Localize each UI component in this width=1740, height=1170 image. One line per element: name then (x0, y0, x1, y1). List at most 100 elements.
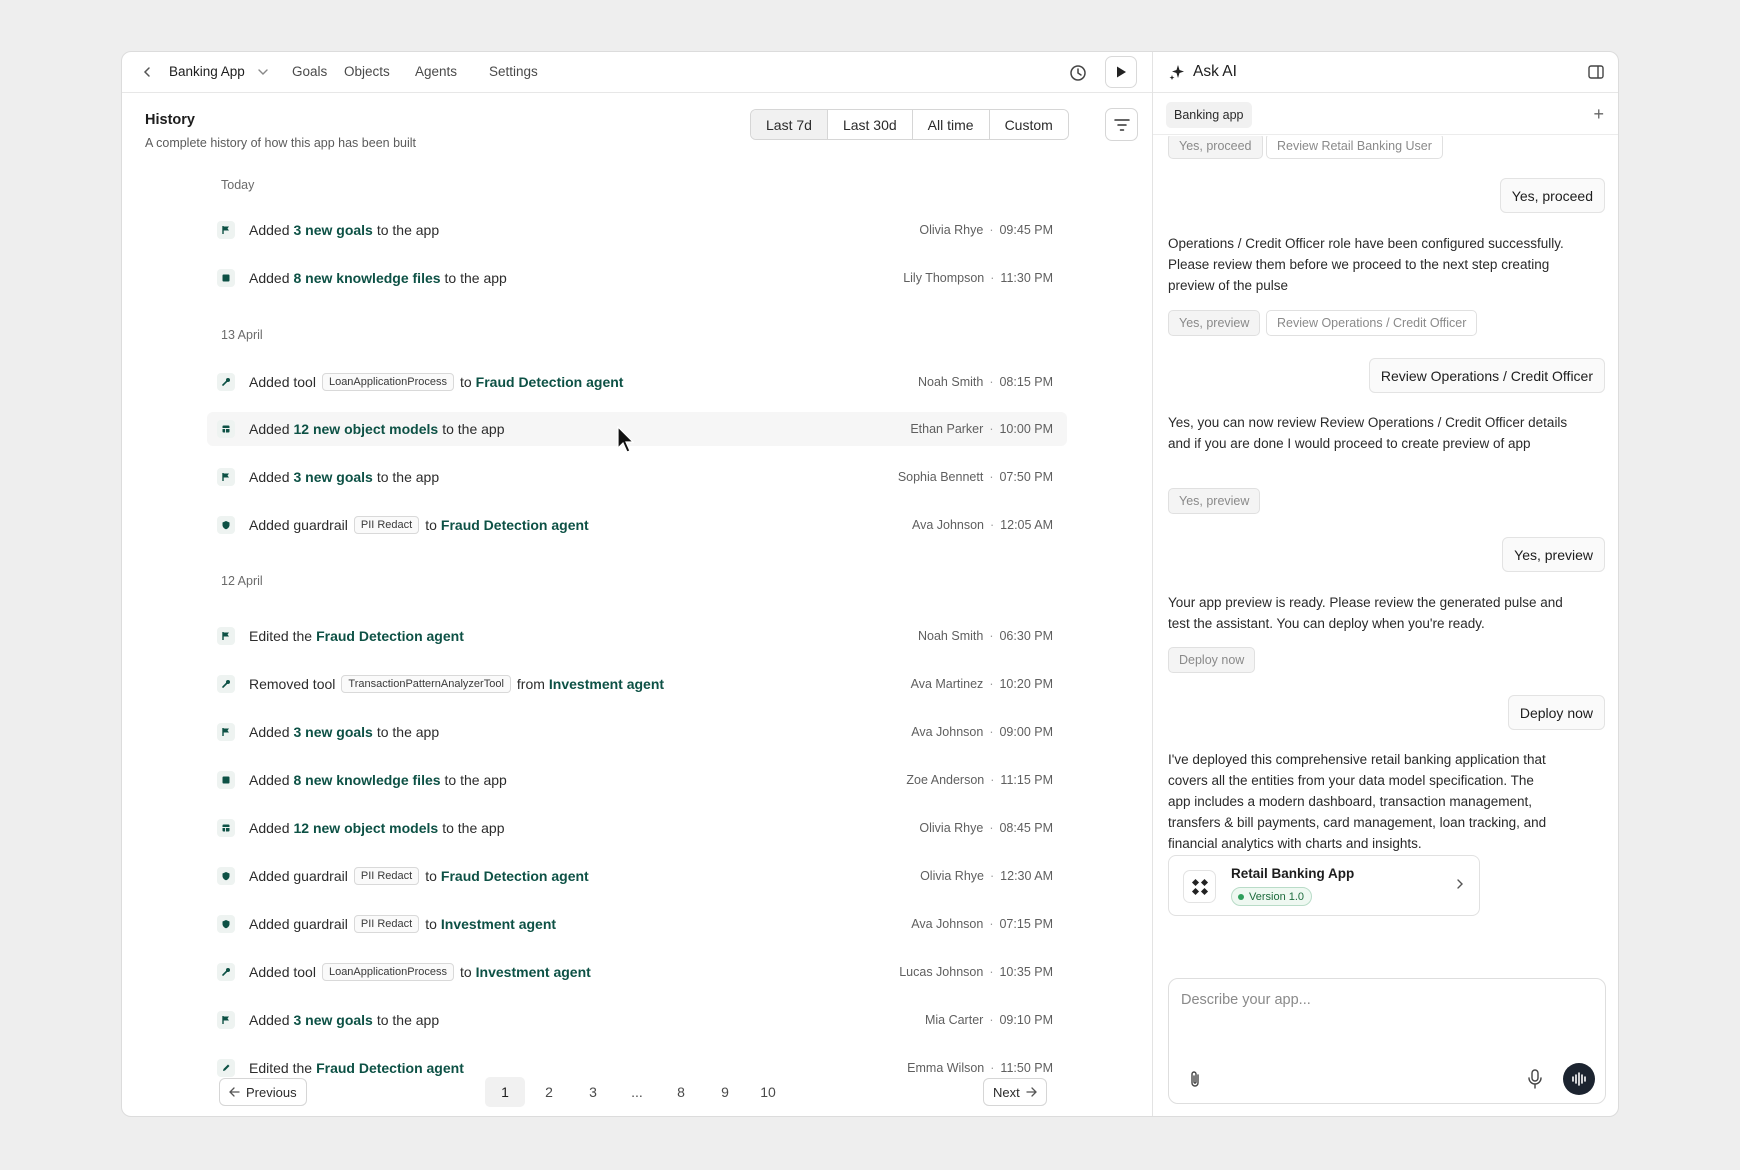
history-row[interactable]: Added 12 new object models to the app Ethan… (207, 412, 1067, 446)
context-chip[interactable]: Banking app (1166, 102, 1252, 128)
history-row-text: Added guardrail PII Redact to Fraud Detecti… (249, 508, 593, 542)
row-tag: PII Redact (353, 867, 420, 885)
row-agent-link[interactable]: Fraud Detection agent (476, 374, 624, 390)
separator-dot: · (990, 773, 995, 787)
history-row[interactable]: Added 3 new goals to the app Sophia Bennett… (207, 460, 1067, 494)
group-label: 12 April (221, 574, 263, 588)
suggestion-chip[interactable]: Review Retail Banking User (1266, 136, 1443, 159)
history-row-text: Added guardrail PII Redact to Fraud Detecti… (249, 859, 593, 893)
suggestion-chip[interactable]: Yes, preview (1168, 488, 1261, 514)
row-user: Ava Johnson (911, 725, 984, 739)
attach-button[interactable] (1185, 1069, 1205, 1089)
history-button[interactable] (1064, 59, 1092, 87)
row-entity-link[interactable]: 3 new goals (293, 1012, 372, 1028)
history-row-text: Added 3 new goals to the app (249, 1003, 439, 1037)
wrench-icon (217, 373, 235, 391)
prompt-input[interactable]: Describe your app... (1168, 978, 1606, 1104)
flag-icon (217, 627, 235, 645)
next-button[interactable]: Next (983, 1078, 1047, 1106)
history-row-text: Added 3 new goals to the app (249, 213, 439, 247)
back-button[interactable] (136, 61, 158, 83)
row-agent-link[interactable]: Investment agent (549, 676, 664, 692)
suggestion-chip[interactable]: Deploy now (1168, 647, 1256, 673)
separator-dot: · (990, 518, 995, 532)
range-all-time[interactable]: All time (912, 110, 990, 139)
history-row-meta: Ava Johnson · 12:05 AM (912, 508, 1053, 542)
row-time: 06:30 PM (999, 629, 1053, 643)
row-entity-link[interactable]: 3 new goals (293, 724, 372, 740)
page-3[interactable]: 3 (573, 1077, 613, 1107)
row-time: 10:20 PM (999, 677, 1053, 691)
page-10[interactable]: 10 (748, 1077, 788, 1107)
row-agent-link[interactable]: Fraud Detection agent (441, 868, 589, 884)
history-row[interactable]: Removed tool TransactionPatternAnalyzerTo… (207, 667, 1067, 701)
history-row[interactable]: Added guardrail PII Redact to Investment ag… (207, 907, 1067, 941)
row-user: Lucas Johnson (899, 965, 984, 979)
mic-button[interactable] (1525, 1068, 1545, 1090)
suggestion-chip[interactable]: Review Operations / Credit Officer (1266, 310, 1478, 336)
range-last-7d[interactable]: Last 7d (751, 110, 828, 139)
row-action-text: Edited the (249, 628, 313, 644)
row-entity-link[interactable]: 3 new goals (293, 469, 372, 485)
page-subtitle: A complete history of how this app has b… (145, 136, 416, 150)
page-9[interactable]: 9 (705, 1077, 745, 1107)
run-button[interactable] (1105, 56, 1137, 88)
separator-dot: · (989, 1013, 994, 1027)
history-row[interactable]: Added guardrail PII Redact to Fraud Detecti… (207, 508, 1067, 542)
voice-mode-button[interactable] (1563, 1063, 1595, 1095)
history-row[interactable]: Added tool LoanApplicationProcess to Fraud … (207, 365, 1067, 399)
deployed-app-card[interactable]: Retail Banking App Version 1.0 (1168, 855, 1480, 916)
history-row[interactable]: Added 8 new knowledge files to the app Lily… (207, 261, 1067, 295)
suggestion-chip[interactable]: Yes, proceed (1168, 136, 1263, 159)
suggestion-chip[interactable]: Yes, preview (1168, 310, 1261, 336)
row-time: 12:05 AM (1000, 518, 1053, 532)
row-time: 10:35 PM (999, 965, 1053, 979)
history-row[interactable]: Added 3 new goals to the app Mia Carter · 09:… (207, 1003, 1067, 1037)
row-time: 09:10 PM (999, 1013, 1053, 1027)
page-1[interactable]: 1 (485, 1077, 525, 1107)
row-entity-link[interactable]: 12 new object models (293, 820, 438, 836)
app-switcher-dropdown[interactable] (253, 61, 273, 83)
row-agent-link[interactable]: Investment agent (476, 964, 591, 980)
row-entity-link[interactable]: 12 new object models (293, 421, 438, 437)
history-row[interactable]: Added 3 new goals to the app Olivia Rhye · 09… (207, 213, 1067, 247)
history-row[interactable]: Added guardrail PII Redact to Fraud Detecti… (207, 859, 1067, 893)
app-switcher-label[interactable]: Banking App (169, 64, 245, 79)
page-8[interactable]: 8 (661, 1077, 701, 1107)
flag-icon (217, 468, 235, 486)
range-last-30d[interactable]: Last 30d (827, 110, 913, 139)
separator-dot: · (989, 677, 994, 691)
nav-agents[interactable]: Agents (415, 64, 457, 79)
filter-button[interactable] (1105, 108, 1138, 141)
range-custom[interactable]: Custom (989, 110, 1068, 139)
nav-objects[interactable]: Objects (344, 64, 390, 79)
row-entity-link[interactable]: 8 new knowledge files (293, 270, 440, 286)
history-row[interactable]: Added 3 new goals to the app Ava Johnson · 09… (207, 715, 1067, 749)
toggle-panel-button[interactable] (1586, 62, 1606, 82)
history-row[interactable]: Added 12 new object models to the app Olivi… (207, 811, 1067, 845)
row-entity-link[interactable]: 3 new goals (293, 222, 372, 238)
row-action-text: Added tool (249, 964, 316, 980)
row-agent-link[interactable]: Fraud Detection agent (441, 517, 589, 533)
history-row[interactable]: Added 8 new knowledge files to the app Zoe … (207, 763, 1067, 797)
row-action-text: Added (249, 724, 290, 740)
previous-button[interactable]: Previous (219, 1078, 307, 1106)
row-entity-link[interactable]: Fraud Detection agent (316, 628, 464, 644)
status-dot-icon (1238, 893, 1244, 900)
history-row[interactable]: Added tool LoanApplicationProcess to Invest… (207, 955, 1067, 989)
history-row-meta: Noah Smith · 06:30 PM (918, 619, 1053, 653)
row-entity-link[interactable]: Fraud Detection agent (316, 1060, 464, 1076)
nav-settings[interactable]: Settings (489, 64, 538, 79)
nav-goals[interactable]: Goals (292, 64, 327, 79)
page-2[interactable]: 2 (529, 1077, 569, 1107)
history-clock-icon (1070, 65, 1086, 81)
row-entity-link[interactable]: 8 new knowledge files (293, 772, 440, 788)
row-user: Mia Carter (924, 1013, 984, 1027)
history-row-meta: Lucas Johnson · 10:35 PM (899, 955, 1053, 989)
add-context-button[interactable]: + (1593, 104, 1604, 125)
row-agent-link[interactable]: Investment agent (441, 916, 556, 932)
history-row[interactable]: Edited the Fraud Detection agent Noah Smit… (207, 619, 1067, 653)
book-icon (217, 269, 235, 287)
prompt-placeholder: Describe your app... (1181, 992, 1311, 1008)
row-time: 11:30 PM (1000, 271, 1053, 285)
